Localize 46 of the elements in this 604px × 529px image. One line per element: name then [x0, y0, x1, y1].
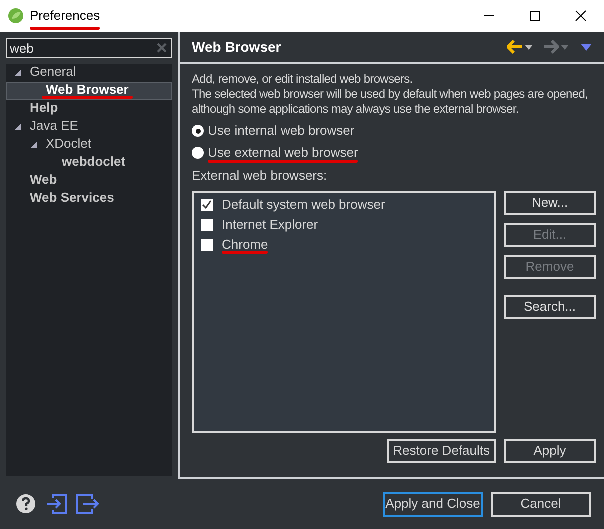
export-icon[interactable]: [76, 494, 100, 514]
side-button[interactable]: Search...: [504, 294, 596, 318]
radio-label[interactable]: Use external web browser: [208, 143, 358, 163]
radio-icon[interactable]: [192, 147, 204, 159]
footer-button[interactable]: Apply and Close: [383, 492, 483, 516]
checkbox[interactable]: [201, 198, 213, 210]
tree-item[interactable]: General: [26, 65, 80, 81]
tree-item[interactable]: Java EE: [26, 119, 82, 135]
clear-icon[interactable]: [157, 43, 167, 53]
page-button[interactable]: Restore Defaults: [387, 439, 496, 463]
page-button[interactable]: Apply: [504, 439, 596, 463]
view-menu-icon[interactable]: [581, 44, 592, 50]
back-arrow-icon[interactable]: [507, 40, 523, 54]
leaf-logo-icon: [8, 8, 24, 24]
page-title: Web Browser: [192, 38, 282, 56]
tree-item[interactable]: webdoclet: [58, 155, 130, 171]
expand-arrow-icon[interactable]: [14, 69, 22, 77]
list-label: External web browsers:: [192, 167, 328, 185]
import-icon[interactable]: [46, 494, 68, 514]
expand-arrow-icon[interactable]: [14, 123, 22, 131]
browser-item[interactable]: Chrome: [222, 234, 268, 254]
browser-item[interactable]: Internet Explorer: [222, 214, 318, 234]
help-icon[interactable]: [16, 494, 36, 514]
tree-item[interactable]: Web: [26, 173, 62, 189]
filter-field[interactable]: web: [6, 38, 172, 58]
maximize-icon[interactable]: [529, 10, 541, 22]
tree-item[interactable]: Web Services: [26, 191, 118, 207]
tree-item[interactable]: Web Browser: [42, 83, 133, 99]
description-text: Add, remove, or edit installed web browsers.: [192, 72, 414, 87]
side-button[interactable]: New...: [504, 190, 596, 214]
expand-arrow-icon[interactable]: [30, 141, 38, 149]
browser-item[interactable]: Default system web browser: [222, 194, 386, 214]
description-text: The selected web browser will be used by default when web pages are opened, although some applications may always use the external browser.: [192, 87, 590, 117]
tree-item[interactable]: XDoclet: [42, 137, 96, 153]
annotation-underline: [30, 26, 100, 30]
forward-arrow-icon[interactable]: [543, 40, 559, 54]
radio-label[interactable]: Use internal web browser: [208, 121, 355, 141]
dropdown-caret-icon[interactable]: [525, 44, 533, 50]
annotation-underline: [222, 251, 268, 254]
window-title: Preferences: [30, 6, 100, 30]
footer-button[interactable]: Cancel: [491, 492, 591, 516]
close-icon[interactable]: [575, 10, 587, 22]
checkbox[interactable]: [201, 218, 213, 230]
checkbox[interactable]: [201, 238, 213, 250]
tree-item[interactable]: Help: [26, 101, 62, 117]
radio-icon[interactable]: [192, 125, 204, 137]
